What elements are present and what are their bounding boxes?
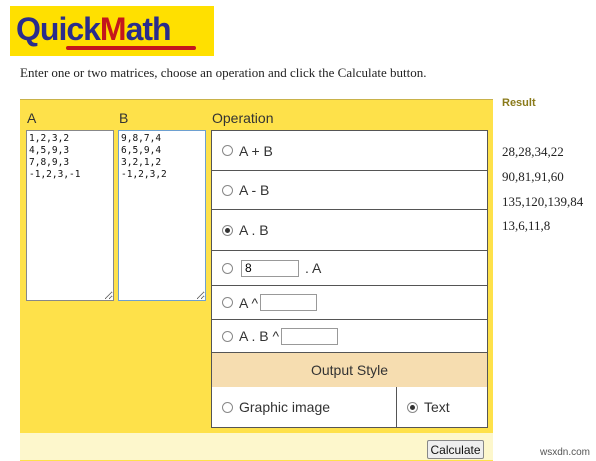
op-scalar-label: . A [305, 260, 322, 276]
result-row: 135,120,139,84 [502, 194, 584, 209]
op-add-row[interactable]: A + B [212, 131, 487, 171]
logo-text: QuickMath [16, 11, 172, 47]
logo-swoosh [66, 46, 196, 50]
operation-options: A + B A - B A . B . A A ^ A . B ^ Output… [211, 130, 488, 428]
op-multiply-row[interactable]: A . B [212, 210, 487, 251]
result-row: 90,81,91,60 [502, 169, 564, 184]
op-subtract-label: A - B [239, 182, 270, 198]
watermark: wsxdn.com [540, 447, 591, 458]
output-style-header: Output Style [212, 353, 487, 388]
op-add-radio[interactable] [222, 145, 233, 156]
product-power-input[interactable] [281, 327, 339, 345]
output-graphic-option[interactable]: Graphic image [212, 387, 397, 427]
operation-label: Operation [212, 110, 274, 126]
output-text-option[interactable]: Text [397, 387, 487, 427]
instructions-text: Enter one or two matrices, choose an ope… [20, 65, 427, 80]
output-text-label: Text [424, 399, 450, 415]
op-product-power-row[interactable]: A . B ^ [212, 320, 487, 353]
calculate-button[interactable]: Calculate [427, 440, 484, 459]
op-multiply-label: A . B [239, 222, 269, 238]
op-product-power-radio[interactable] [222, 330, 233, 342]
op-subtract-row[interactable]: A - B [212, 171, 487, 210]
op-power-radio[interactable] [222, 297, 233, 308]
output-graphic-radio[interactable] [222, 401, 233, 413]
scalar-input[interactable] [241, 259, 299, 277]
op-multiply-radio[interactable] [222, 224, 233, 236]
result-title: Result [502, 97, 536, 109]
matrix-b-label: B [119, 110, 129, 126]
op-product-power-label: A . B ^ [239, 328, 280, 344]
op-subtract-radio[interactable] [222, 184, 233, 196]
matrix-a-input[interactable]: 1,2,3,2 4,5,9,3 7,8,9,3 -1,2,3,-1 [26, 130, 114, 301]
matrix-a-label: A [27, 110, 37, 126]
op-power-label: A ^ [239, 294, 259, 311]
output-text-radio[interactable] [407, 401, 418, 413]
form-footer [20, 433, 493, 460]
output-graphic-label: Graphic image [239, 399, 331, 415]
op-scalar-row[interactable]: . A [212, 251, 487, 286]
op-scalar-radio[interactable] [222, 262, 233, 274]
result-row: 13,6,11,8 [502, 218, 551, 233]
power-input[interactable] [260, 294, 318, 311]
op-add-label: A + B [239, 142, 273, 159]
quickmath-logo[interactable]: QuickMath [10, 6, 214, 56]
op-power-row[interactable]: A ^ [212, 286, 487, 320]
result-row: 28,28,34,22 [502, 144, 564, 159]
matrix-b-input[interactable]: 9,8,7,4 6,5,9,4 3,2,1,2 -1,2,3,2 [118, 130, 206, 301]
